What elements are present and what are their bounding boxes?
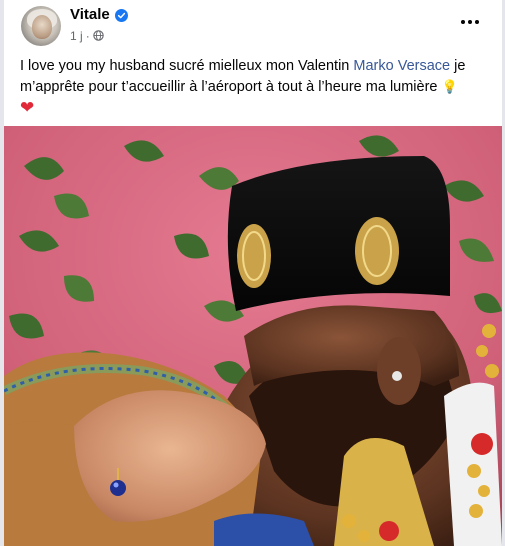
post-timestamp[interactable]: 1 j	[70, 29, 83, 43]
avatar-face	[32, 15, 52, 39]
globe-icon	[92, 30, 104, 41]
bulb-emoji: 💡	[441, 80, 458, 95]
feed-post: Vitale 1 j · I love you my husband sucré …	[4, 0, 502, 546]
post-meta: 1 j ·	[70, 29, 104, 43]
post-photo[interactable]	[4, 126, 502, 546]
post-text-start: I love you my husband sucré mielleux mon…	[20, 58, 354, 74]
post-text: I love you my husband sucré mielleux mon…	[20, 56, 490, 120]
meta-separator: ·	[85, 29, 90, 43]
post-header: Vitale 1 j ·	[4, 0, 502, 52]
heart-emoji: ❤	[20, 98, 35, 118]
author-avatar[interactable]	[21, 6, 61, 46]
verified-badge-icon	[115, 9, 128, 22]
author-name[interactable]: Vitale	[70, 6, 110, 23]
mention-link[interactable]: Marko Versace	[353, 58, 450, 74]
more-options-icon[interactable]	[458, 10, 482, 34]
